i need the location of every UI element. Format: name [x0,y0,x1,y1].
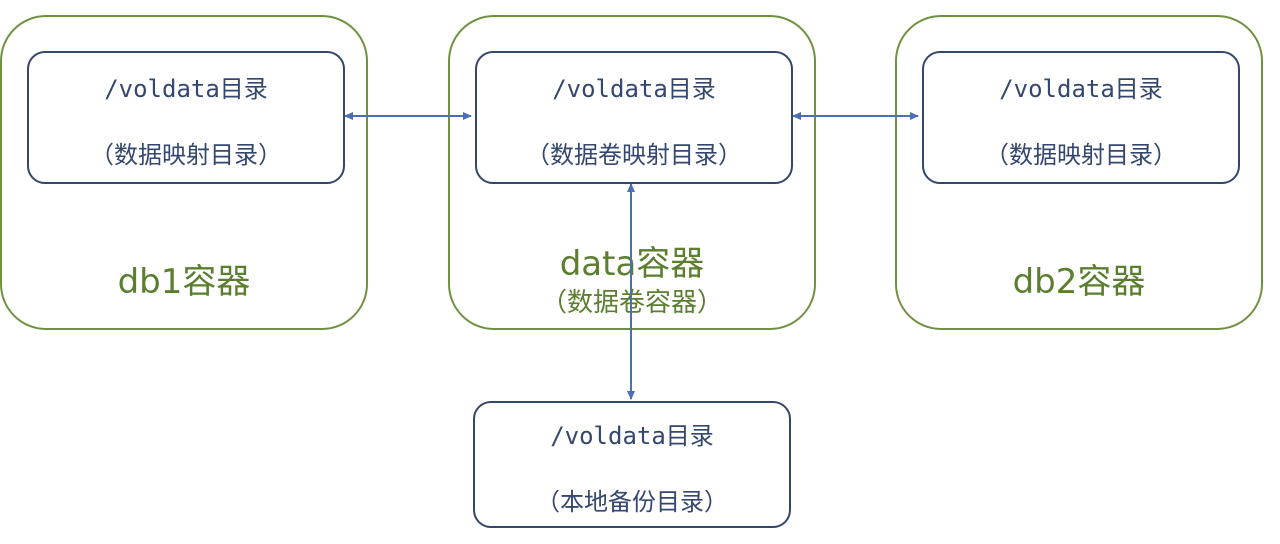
db1-voldata-directory: /voldata目录 （数据映射目录） [27,51,345,184]
db1-dir-desc: （数据映射目录） [90,141,282,169]
db1-container-label: db1容器 [117,262,251,302]
data-container-sublabel: （数据卷容器） [540,288,723,318]
local-dir-desc: （本地备份目录） [536,488,728,516]
db2-container-label: db2容器 [1012,262,1146,302]
data-dir-desc: （数据卷映射目录） [526,141,742,169]
data-container: /voldata目录 （数据卷映射目录） data容器 （数据卷容器） [448,15,816,330]
db2-dir-desc: （数据映射目录） [985,141,1177,169]
db2-dir-path: /voldata目录 [999,75,1163,103]
db2-container: /voldata目录 （数据映射目录） db2容器 [895,15,1263,330]
db1-dir-path: /voldata目录 [104,75,268,103]
data-dir-path: /voldata目录 [552,75,716,103]
local-backup-directory: /voldata目录 （本地备份目录） [473,401,791,528]
data-container-label: data容器 [559,244,705,284]
data-voldata-directory: /voldata目录 （数据卷映射目录） [475,51,793,184]
db1-container: /voldata目录 （数据映射目录） db1容器 [0,15,368,330]
db2-voldata-directory: /voldata目录 （数据映射目录） [922,51,1240,184]
local-dir-path: /voldata目录 [550,422,714,450]
